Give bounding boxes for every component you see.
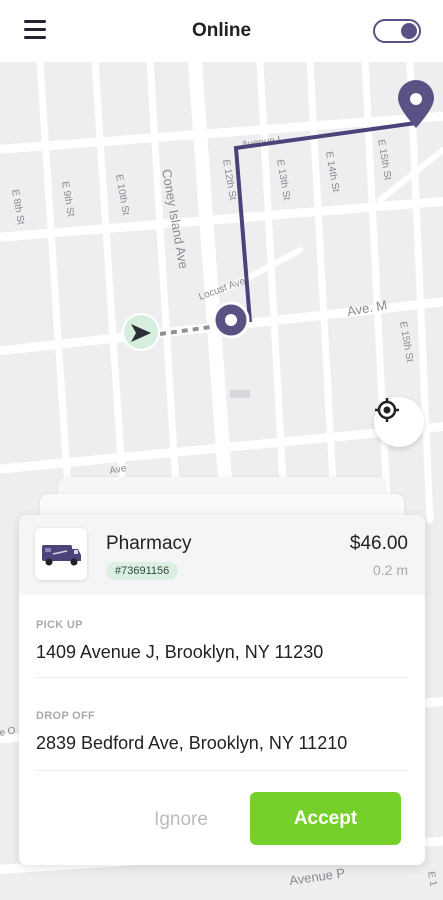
order-distance: 0.2 m xyxy=(372,562,408,578)
pickup-section: PICK UP 1409 Avenue J, Brooklyn, NY 1123… xyxy=(36,619,408,663)
street-label: E 15th St xyxy=(397,321,415,364)
street-label: E 10th St xyxy=(113,174,131,217)
accept-button[interactable]: Accept xyxy=(250,792,401,845)
dropoff-label: DROP OFF xyxy=(36,710,96,722)
order-card[interactable]: Pharmacy #73691156 $46.00 0.2 m PICK UP … xyxy=(19,515,425,865)
store-name: Pharmacy xyxy=(106,533,192,554)
pickup-address: 1409 Avenue J, Brooklyn, NY 11230 xyxy=(36,642,324,662)
crosshair-locate-icon xyxy=(375,398,399,422)
store-thumbnail xyxy=(35,528,87,580)
origin-pin-icon xyxy=(212,301,250,339)
delivery-van-icon xyxy=(42,545,81,566)
online-toggle[interactable] xyxy=(373,19,421,43)
street-label: E 9th St xyxy=(59,181,76,218)
street-label: Ave. M xyxy=(346,297,388,319)
locate-button[interactable] xyxy=(374,397,424,447)
navigation-arrow-icon xyxy=(122,313,160,351)
street-label: E 15th St xyxy=(375,139,393,182)
divider xyxy=(36,770,408,771)
dropoff-section: DROP OFF 2839 Bedford Ave, Brooklyn, NY … xyxy=(36,710,408,754)
street-label: E 13th St xyxy=(274,159,292,202)
toggle-knob xyxy=(401,23,417,39)
page-title: Online xyxy=(191,20,252,41)
menu-icon[interactable] xyxy=(24,20,48,42)
order-card-header: Pharmacy #73691156 $46.00 0.2 m xyxy=(19,515,425,595)
street-label: Avenue P xyxy=(288,865,346,888)
street-label: E 12th St xyxy=(220,159,238,202)
order-id-badge: #73691156 xyxy=(106,562,179,580)
ignore-button[interactable]: Ignore xyxy=(139,803,223,837)
order-price: $46.00 xyxy=(349,533,408,554)
divider xyxy=(36,677,408,678)
dropoff-address: 2839 Bedford Ave, Brooklyn, NY 11210 xyxy=(36,733,348,753)
street-label: E 1 xyxy=(425,871,439,888)
street-label: E 8th St xyxy=(9,189,26,226)
top-bar: Online xyxy=(0,0,443,62)
pickup-label: PICK UP xyxy=(36,619,83,631)
street-label: E 14th St xyxy=(323,151,341,194)
